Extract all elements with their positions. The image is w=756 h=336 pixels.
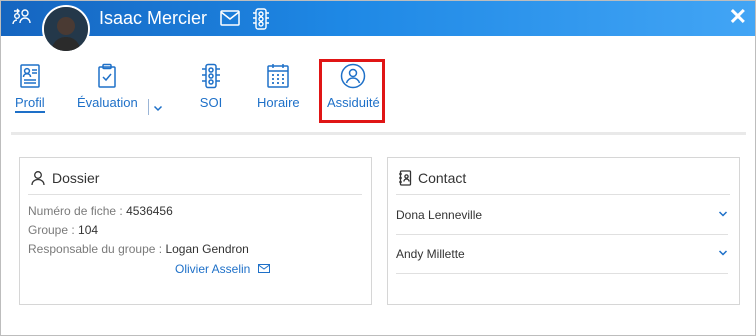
person-icon — [31, 171, 45, 186]
tab-soi[interactable]: SOI — [199, 63, 223, 110]
groupe-row: Groupe : 104 — [28, 223, 98, 237]
chevron-down-icon — [718, 211, 728, 217]
contact-name: Andy Millette — [396, 247, 465, 261]
contact-header: Contact — [398, 170, 466, 186]
chevron-down-icon — [718, 250, 728, 256]
traffic-light-icon[interactable] — [251, 8, 273, 30]
dossier-card: Dossier Numéro de fiche : 4536456 Groupe… — [19, 157, 372, 305]
tab-label: SOI — [199, 95, 223, 110]
contact-card: Contact Dona Lenneville Andy Millette — [387, 157, 740, 305]
calendar-grid-icon — [267, 64, 290, 88]
contact-name: Dona Lenneville — [396, 208, 483, 222]
dropdown-separator — [148, 99, 149, 115]
responsable-label: Responsable du groupe : — [28, 242, 163, 256]
contact-item-andy-millette[interactable]: Andy Millette — [396, 235, 728, 274]
toolbar-divider — [11, 132, 746, 135]
tab-label: Horaire — [257, 95, 300, 110]
profile-card-icon — [20, 64, 40, 88]
mail-icon[interactable] — [220, 10, 242, 32]
tab-profil[interactable]: Profil — [15, 63, 45, 113]
clipboard-check-icon — [98, 63, 117, 88]
tab-horaire[interactable]: Horaire — [257, 63, 300, 110]
olivier-asselin-link[interactable]: Olivier Asselin — [175, 262, 270, 276]
groupe-label: Groupe : — [28, 223, 75, 237]
dossier-header: Dossier — [30, 170, 99, 186]
student-name: Isaac Mercier — [99, 8, 208, 28]
tab-label: Profil — [15, 95, 45, 113]
dossier-divider — [28, 194, 362, 195]
close-button[interactable]: ✕ — [729, 4, 747, 30]
header-bar: Isaac Mercier ✕ — [1, 1, 755, 53]
contact-divider — [396, 194, 730, 195]
contact-title: Contact — [418, 170, 467, 186]
mail-icon — [257, 264, 270, 273]
numero-label: Numéro de fiche : — [28, 204, 123, 218]
tab-label: Évaluation — [77, 95, 138, 110]
contact-item-dona-lenneville[interactable]: Dona Lenneville — [396, 196, 728, 235]
address-book-icon — [399, 170, 412, 186]
numero-value: 4536456 — [126, 204, 173, 218]
avatar — [42, 5, 90, 53]
dossier-title: Dossier — [52, 170, 100, 186]
student-panel: Isaac Mercier ✕ Profil Évaluation SOI Ho… — [0, 0, 756, 336]
evaluation-dropdown-chevron-icon[interactable] — [153, 100, 163, 118]
highlight-box — [319, 59, 385, 123]
second-contact-name: Olivier Asselin — [175, 262, 251, 276]
traffic-light-icon — [202, 63, 220, 89]
tab-evaluation[interactable]: Évaluation — [77, 63, 138, 110]
numero-row: Numéro de fiche : 4536456 — [28, 204, 173, 218]
people-switch-icon[interactable] — [11, 7, 33, 29]
groupe-value: 104 — [78, 223, 99, 237]
responsable-row: Responsable du groupe : Logan Gendron — [28, 242, 249, 256]
responsable-value: Logan Gendron — [165, 242, 249, 256]
